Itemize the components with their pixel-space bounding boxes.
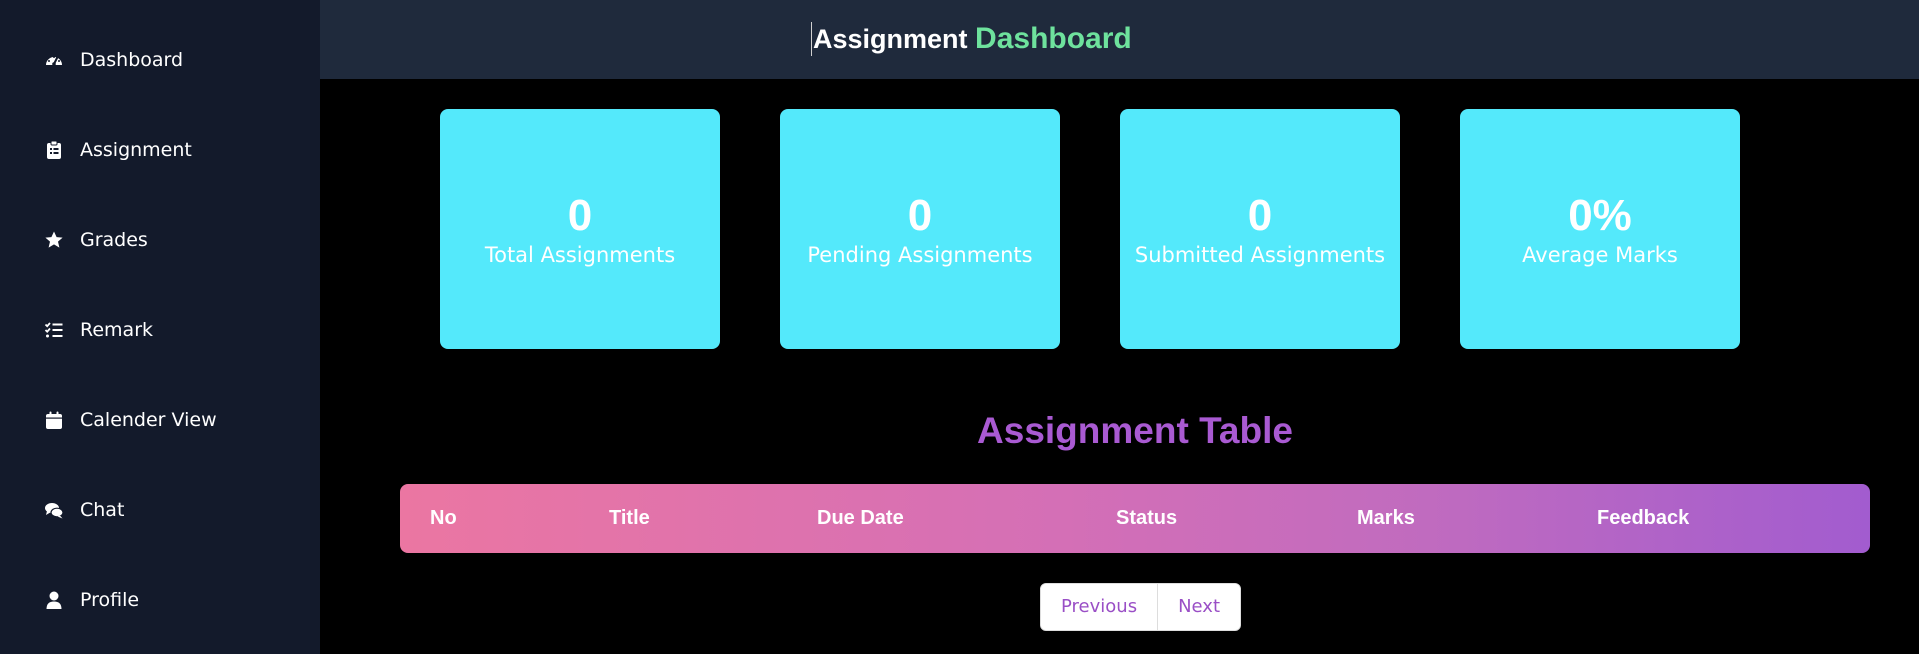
stat-label: Average Marks xyxy=(1522,243,1678,267)
previous-page-button[interactable]: Previous xyxy=(1041,584,1158,630)
next-page-button[interactable]: Next xyxy=(1157,584,1241,630)
page-title-accent: Dashboard xyxy=(975,22,1132,55)
sidebar-item-label: Profile xyxy=(80,589,140,611)
column-header-marks[interactable]: Marks xyxy=(1357,484,1415,553)
sidebar-item-calender-view[interactable]: Calender View xyxy=(44,402,217,438)
pagination: Previous Next xyxy=(1040,583,1242,631)
table-title: Assignment Table xyxy=(977,410,1293,451)
sidebar-item-label: Chat xyxy=(80,499,125,521)
column-header-due-date[interactable]: Due Date xyxy=(817,484,904,553)
column-header-no[interactable]: No xyxy=(430,484,457,553)
sidebar-item-label: Dashboard xyxy=(80,49,184,71)
star-icon xyxy=(45,231,63,248)
user-icon xyxy=(46,591,62,609)
gauge-icon xyxy=(46,56,62,66)
sidebar-item-label: Remark xyxy=(80,319,154,341)
stat-value: 0 xyxy=(1247,191,1273,240)
sidebar-item-label: Assignment xyxy=(80,139,192,161)
chat-bubbles-icon xyxy=(45,503,64,519)
sidebar-item-chat[interactable]: Chat xyxy=(44,492,124,528)
sidebar-item-dashboard[interactable]: Dashboard xyxy=(44,42,183,78)
sidebar-item-label: Calender View xyxy=(80,409,217,431)
stat-card-average-marks: 0% Average Marks xyxy=(1460,109,1740,349)
stat-value: 0% xyxy=(1568,191,1632,240)
page-title-main: Assignment xyxy=(813,24,968,54)
stat-label: Submitted Assignments xyxy=(1134,243,1386,267)
stat-card-total-assignments: 0 Total Assignments xyxy=(440,109,720,349)
column-header-status[interactable]: Status xyxy=(1116,484,1177,553)
column-header-title[interactable]: Title xyxy=(609,484,650,553)
stat-value: 0 xyxy=(907,191,933,240)
calendar-icon xyxy=(46,411,62,429)
stat-label: Total Assignments xyxy=(484,243,676,267)
sidebar-item-label: Grades xyxy=(80,229,148,251)
stat-value: 0 xyxy=(567,191,593,240)
stat-card-pending-assignments: 0 Pending Assignments xyxy=(780,109,1060,349)
checklist-icon xyxy=(44,322,63,338)
sidebar-item-remark[interactable]: Remark xyxy=(44,312,153,348)
sidebar: Dashboard Assignment Grades Remark Calen… xyxy=(0,0,320,654)
sidebar-item-grades[interactable]: Grades xyxy=(44,222,148,258)
sidebar-item-profile[interactable]: Profile xyxy=(44,582,139,618)
clipboard-icon xyxy=(47,140,61,159)
sidebar-item-assignment[interactable]: Assignment xyxy=(44,132,192,168)
stat-label: Pending Assignments xyxy=(807,243,1033,267)
page-title: Assignment Dashboard xyxy=(811,22,1132,56)
table-header-row: No Title Due Date Status Marks Feedback xyxy=(400,484,1870,553)
column-header-feedback[interactable]: Feedback xyxy=(1597,484,1689,553)
stat-card-submitted-assignments: 0 Submitted Assignments xyxy=(1120,109,1400,349)
